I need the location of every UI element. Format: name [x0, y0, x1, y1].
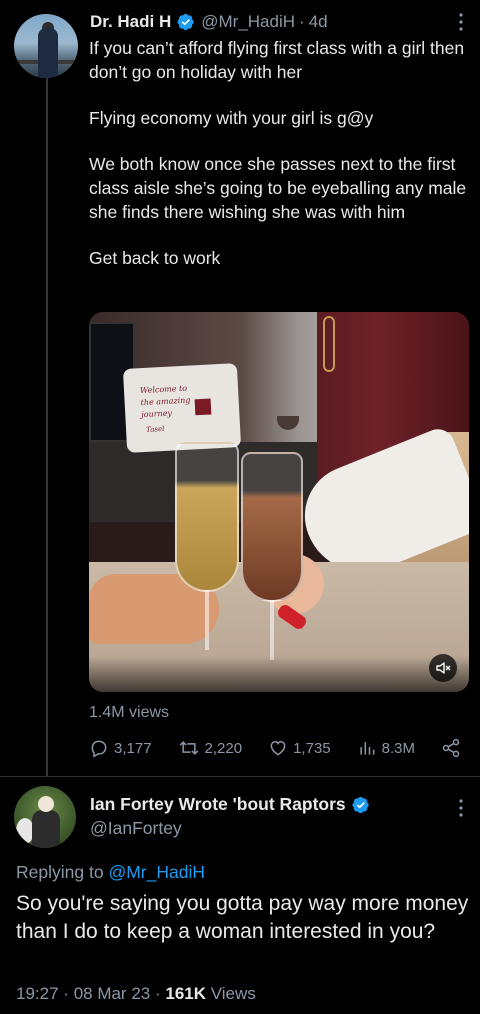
reply-count: 3,177 [114, 739, 152, 757]
replying-to: Replying to @Mr_HadiH [16, 862, 205, 882]
cushion: Welcome to the amazing journey Tasel [122, 363, 242, 453]
more-icon[interactable] [458, 798, 464, 818]
separator-dot: · [299, 12, 305, 31]
tweet-header: Dr. Hadi H @Mr_HadiH · 4d [90, 10, 464, 34]
retweet-button[interactable]: 2,220 [178, 738, 243, 758]
author-handle[interactable]: @Mr_HadiH [201, 12, 295, 32]
author-handle[interactable]: @IanFortey [90, 818, 182, 839]
champagne-glass [175, 442, 239, 592]
action-bar: 3,177 2,220 1,735 8.3M [89, 735, 461, 761]
avatar[interactable] [14, 14, 78, 78]
view-count: 1.4M views [89, 704, 170, 721]
reply-icon [91, 740, 107, 758]
share-icon [442, 738, 460, 758]
tweet-video[interactable]: Welcome to the amazing journey Tasel [89, 312, 469, 692]
tweet-time[interactable]: 4d [309, 12, 328, 32]
verified-badge-icon [177, 13, 194, 31]
reply-button[interactable]: 3,177 [89, 738, 152, 758]
tweet-meta: 19:27 · 08 Mar 23 · 161K Views [16, 984, 256, 1003]
like-icon [270, 740, 286, 756]
more-icon[interactable] [458, 12, 464, 32]
tweet-time[interactable]: 19:27 [16, 984, 59, 1003]
tweet-paragraph: We both know once she passes next to the… [89, 154, 467, 222]
like-button[interactable]: 1,735 [268, 738, 331, 758]
champagne-glass [241, 452, 303, 602]
retweet-icon [179, 741, 198, 755]
tweet-paragraph: Get back to work [89, 248, 221, 268]
author-name[interactable]: Ian Fortey Wrote 'bout Raptors [90, 794, 346, 815]
verified-badge-icon [352, 796, 369, 813]
views-count: 8.3M [381, 739, 415, 757]
avatar[interactable] [14, 786, 76, 848]
divider [0, 776, 480, 777]
thread-line [46, 76, 48, 776]
tweet-text: So you're saying you gotta pay way more … [16, 892, 469, 943]
mute-button[interactable] [429, 654, 457, 682]
tweet-paragraph: Flying economy with your girl is g@y [89, 108, 374, 128]
views-label: Views [210, 984, 256, 1003]
views-icon [360, 742, 375, 755]
tweet-header: Ian Fortey Wrote 'bout Raptors [90, 794, 464, 815]
tweet-text: If you can’t afford flying first class w… [89, 36, 469, 270]
like-count: 1,735 [293, 739, 331, 757]
replying-to-link[interactable]: @Mr_HadiH [108, 862, 205, 882]
retweet-count: 2,220 [204, 739, 243, 757]
share-button[interactable] [441, 738, 461, 758]
mute-icon [436, 662, 451, 674]
tweet-date[interactable]: 08 Mar 23 [74, 984, 151, 1003]
author-name[interactable]: Dr. Hadi H [90, 12, 171, 32]
views-button[interactable]: 8.3M [357, 738, 415, 758]
view-count: 161K [165, 984, 207, 1003]
main-tweet[interactable]: Dr. Hadi H @Mr_HadiH · 4d If you can’t a… [0, 0, 480, 776]
tweet-paragraph: If you can’t afford flying first class w… [89, 38, 465, 82]
